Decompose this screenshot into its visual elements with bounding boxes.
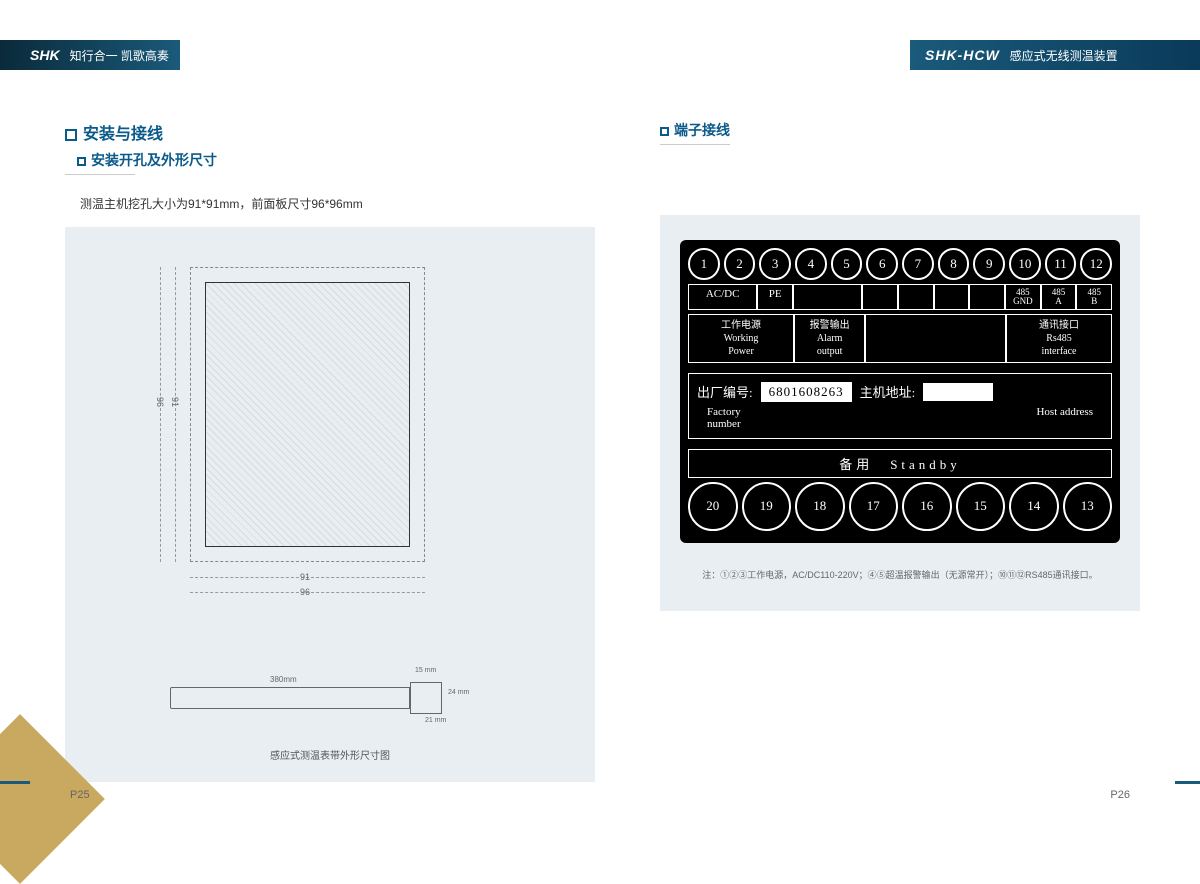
terminal-top-row: 1 2 3 4 5 6 7 8 9 10 11 12 xyxy=(688,248,1112,280)
section-heading: 安装与接线 xyxy=(65,120,595,144)
terminal-pin: 18 xyxy=(795,482,845,532)
terminal-pin: 7 xyxy=(902,248,934,280)
terminal-pin: 5 xyxy=(831,248,863,280)
terminal-pin: 14 xyxy=(1009,482,1059,532)
terminal-pin: 2 xyxy=(724,248,756,280)
subsection-heading: 端子接线 xyxy=(660,120,1140,140)
terminal-bottom-row: 20 19 18 17 16 15 14 13 xyxy=(688,482,1112,532)
terminal-pin: 3 xyxy=(759,248,791,280)
terminal-plate: 1 2 3 4 5 6 7 8 9 10 11 12 AC/DC PE xyxy=(680,240,1120,543)
dimension-drawing: 96 91 91 96 xyxy=(130,257,530,627)
terminal-pin: 17 xyxy=(849,482,899,532)
square-icon xyxy=(660,127,669,136)
terminal-panel: 1 2 3 4 5 6 7 8 9 10 11 12 AC/DC PE xyxy=(660,215,1140,611)
page-number-left: P25 xyxy=(70,789,90,801)
strap-caption: 感应式测温表带外形尺寸图 xyxy=(115,747,545,762)
terminal-pin: 11 xyxy=(1045,248,1077,280)
subsection-heading: 安装开孔及外形尺寸 xyxy=(77,150,595,170)
product-code: SHK-HCW xyxy=(925,47,1000,63)
strap-drawing: 380mm 15 mm 24 mm 21 mm xyxy=(170,657,490,737)
left-column: 安装与接线 安装开孔及外形尺寸 测温主机挖孔大小为91*91mm，前面板尺寸96… xyxy=(65,120,595,782)
square-icon xyxy=(77,157,86,166)
logo: SHK xyxy=(30,47,60,63)
dimension-panel: 96 91 91 96 380mm 15 mm 24 mm 21 mm 感应式测… xyxy=(65,227,595,782)
slogan: 知行合一 凯歌高奏 xyxy=(70,47,169,64)
footer-tick xyxy=(0,781,30,784)
standby-label: 备用 Standby xyxy=(688,449,1112,478)
terminal-pin: 15 xyxy=(956,482,1006,532)
terminal-pin: 10 xyxy=(1009,248,1041,280)
factory-info: 出厂编号: 6801608263 主机地址: Factory number Ho… xyxy=(688,373,1112,439)
square-icon xyxy=(65,129,77,141)
footer-tick xyxy=(1175,781,1200,784)
factory-number: 6801608263 xyxy=(761,382,852,402)
terminal-label-row: AC/DC PE 485 GND 485 A 485 B xyxy=(688,284,1112,310)
divider xyxy=(660,144,730,145)
divider xyxy=(65,174,135,175)
terminal-desc-row: 工作电源Working Power 报警输出Alarm output 通讯接口R… xyxy=(688,314,1112,363)
terminal-pin: 9 xyxy=(973,248,1005,280)
product-name: 感应式无线测温装置 xyxy=(1010,47,1118,64)
right-column: 端子接线 1 2 3 4 5 6 7 8 9 10 11 12 AC/DC PE xyxy=(660,120,1140,611)
terminal-pin: 6 xyxy=(866,248,898,280)
dimension-description: 测温主机挖孔大小为91*91mm，前面板尺寸96*96mm xyxy=(80,195,595,212)
terminal-pin: 16 xyxy=(902,482,952,532)
header-left: SHK 知行合一 凯歌高奏 xyxy=(0,40,180,70)
header-right: SHK-HCW 感应式无线测温装置 xyxy=(910,40,1200,70)
terminal-pin: 1 xyxy=(688,248,720,280)
page-number-right: P26 xyxy=(1110,789,1130,801)
terminal-pin: 19 xyxy=(742,482,792,532)
terminal-pin: 4 xyxy=(795,248,827,280)
terminal-pin: 20 xyxy=(688,482,738,532)
terminal-pin: 13 xyxy=(1063,482,1113,532)
terminal-note: 注：①②③工作电源，AC/DC110-220V；④⑤超温报警输出（无源常开）；⑩… xyxy=(680,568,1120,581)
terminal-pin: 12 xyxy=(1080,248,1112,280)
host-address-box xyxy=(923,383,993,401)
terminal-pin: 8 xyxy=(938,248,970,280)
